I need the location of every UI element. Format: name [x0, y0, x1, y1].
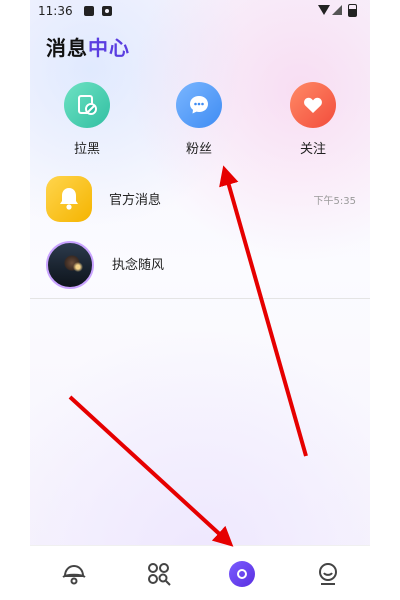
phone-screen: 11:36 消息中心 拉黑 粉丝 关注 官方消息 下午5:35 执念随风 [30, 0, 370, 600]
nav-discover[interactable] [59, 559, 89, 589]
nav-square[interactable] [144, 559, 174, 589]
chat-bubble-icon [176, 82, 222, 128]
grid-search-icon [148, 563, 171, 586]
smile-face-icon [319, 563, 337, 585]
block-list-label: 拉黑 [73, 142, 100, 157]
page-title-part1: 消息 [46, 36, 88, 60]
planet-icon [62, 564, 86, 585]
chat-item[interactable]: 执念随风 [30, 237, 370, 293]
block-icon [64, 82, 110, 128]
signal-icon [332, 5, 342, 15]
user-avatar [46, 241, 94, 289]
list-divider [30, 298, 370, 299]
official-message-item[interactable]: 官方消息 下午5:35 [30, 172, 370, 228]
fans-label: 粉丝 [185, 142, 212, 157]
nav-profile[interactable] [313, 559, 343, 589]
message-active-icon [229, 561, 255, 587]
chat-user-name: 执念随风 [112, 258, 165, 273]
status-bar: 11:36 [30, 0, 370, 24]
official-message-time: 下午5:35 [313, 196, 356, 207]
battery-icon [348, 4, 357, 17]
status-time: 11:36 [38, 4, 73, 18]
photo-icon [84, 6, 94, 16]
page-title-part2: 中心 [88, 36, 130, 60]
follow-button[interactable]: 关注 [273, 78, 353, 162]
heart-icon [290, 82, 336, 128]
page-title: 消息中心 [46, 32, 130, 61]
bottom-nav [30, 545, 370, 600]
wifi-icon [318, 5, 330, 15]
official-message-name: 官方消息 [109, 193, 162, 208]
fans-button[interactable]: 粉丝 [159, 78, 239, 162]
block-list-button[interactable]: 拉黑 [47, 78, 127, 162]
nav-messages[interactable] [227, 559, 257, 589]
a-icon [102, 6, 112, 16]
follow-label: 关注 [299, 142, 326, 157]
bell-icon [46, 176, 92, 222]
